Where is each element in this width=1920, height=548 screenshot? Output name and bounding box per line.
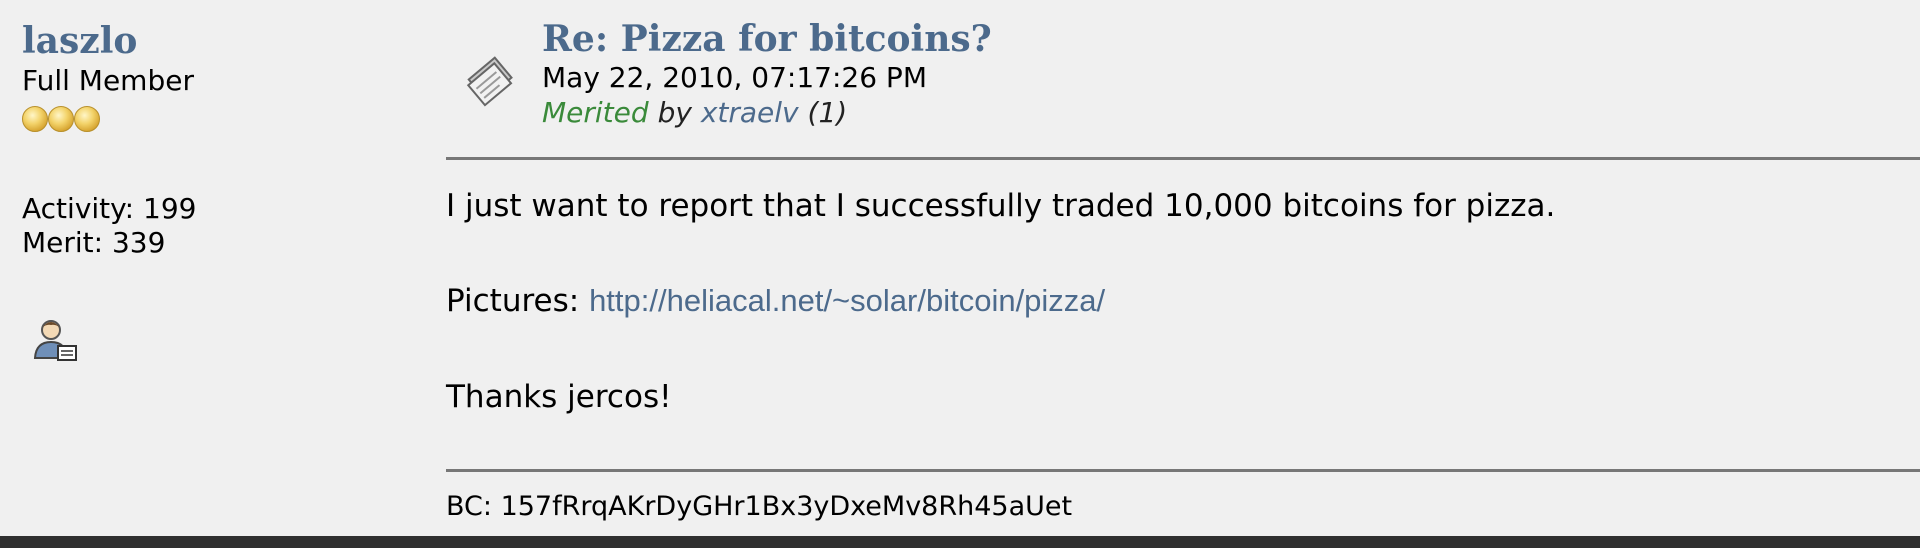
user-profile-icon[interactable] <box>32 316 80 364</box>
merit-count: (1) <box>807 96 848 129</box>
merit-by-label: by <box>657 96 692 129</box>
signature: BC: 157fRrqAKrDyGHr1Bx3yDxeMv8Rh45aUet <box>446 491 1073 522</box>
poster-info: laszlo Full Member Activity: 199 Merit: … <box>22 20 402 364</box>
merit-user-link[interactable]: xtraelv <box>701 96 799 129</box>
signature-divider <box>446 469 1920 472</box>
activity-stat: Activity: 199 <box>22 192 197 225</box>
post-date: May 22, 2010, 07:17:26 PM <box>542 61 927 94</box>
post-bottom-border <box>0 536 1920 548</box>
post-body: I just want to report that I successfull… <box>446 186 1886 417</box>
merit-stat: Merit: 339 <box>22 226 166 259</box>
merit-line: Merited by xtraelv (1) <box>542 96 992 130</box>
header-divider <box>446 157 1920 160</box>
post-text-line: I just want to report that I successfull… <box>446 188 1556 224</box>
rank-stars <box>22 104 402 134</box>
member-rank: Full Member <box>22 64 194 97</box>
coin-icon <box>48 106 74 132</box>
pictures-label: Pictures: <box>446 283 590 319</box>
post-subject-link[interactable]: Re: Pizza for bitcoins? <box>542 18 992 60</box>
coin-icon <box>22 106 48 132</box>
post-document-icon <box>466 56 513 107</box>
pictures-link[interactable]: http://heliacal.net/~solar/bitcoin/pizza… <box>589 283 1105 318</box>
username-link[interactable]: laszlo <box>22 20 137 62</box>
coin-icon <box>74 106 100 132</box>
post-header: Re: Pizza for bitcoins? May 22, 2010, 07… <box>542 18 992 130</box>
post-text-line: Thanks jercos! <box>446 379 672 415</box>
merit-label: Merited <box>542 96 649 129</box>
pictures-line: Pictures: http://heliacal.net/~solar/bit… <box>446 281 1886 321</box>
forum-post: laszlo Full Member Activity: 199 Merit: … <box>0 0 1920 548</box>
